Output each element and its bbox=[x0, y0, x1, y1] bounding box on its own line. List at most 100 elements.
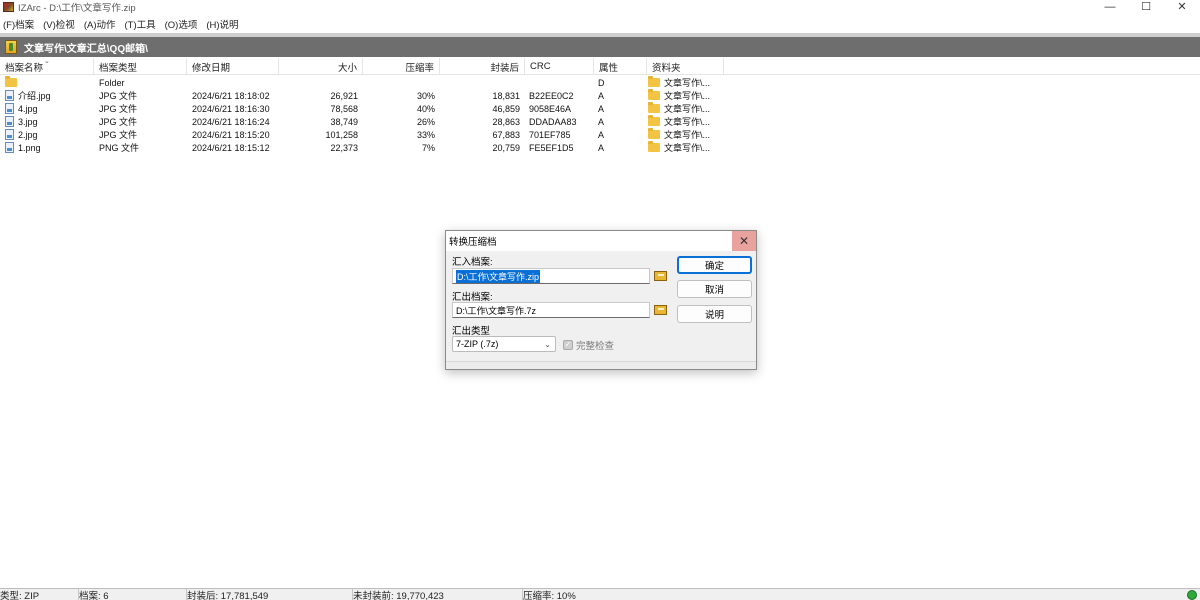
cell-packed: 20,759 bbox=[492, 142, 520, 153]
cell-crc: B22EE0C2 bbox=[529, 90, 574, 101]
table-row[interactable]: Folder D 文章写作\... bbox=[0, 76, 1200, 89]
archive-folder-icon[interactable] bbox=[5, 40, 17, 54]
column-modified[interactable]: 修改日期 bbox=[187, 58, 279, 75]
dialog-close-icon[interactable]: ✕ bbox=[732, 231, 756, 251]
column-crc-label: CRC bbox=[530, 61, 551, 72]
column-type-label: 档案类型 bbox=[99, 62, 138, 74]
menu-options[interactable]: (O)选项 bbox=[165, 17, 198, 31]
output-file-field[interactable]: D:\工作\文章写作.7z bbox=[452, 302, 650, 318]
help-button[interactable]: 说明 bbox=[677, 305, 752, 323]
cell-crc: DDADAA83 bbox=[529, 116, 577, 127]
integrity-check-checkbox[interactable]: ✓ bbox=[563, 340, 573, 350]
column-ratio[interactable]: 压缩率 bbox=[363, 58, 440, 75]
cell-folder: 文章写作\... bbox=[648, 89, 724, 102]
cell-crc bbox=[529, 76, 593, 89]
column-size-label: 大小 bbox=[337, 62, 357, 74]
cell-type: JPG 文件 bbox=[99, 91, 138, 101]
menu-actions[interactable]: (A)动作 bbox=[84, 17, 116, 31]
file-list: Folder D 文章写作\... 介绍.jpg JPG 文件 2024/6/2… bbox=[0, 76, 1200, 154]
file-name: 4.jpg bbox=[18, 103, 38, 114]
cell-attr: A bbox=[598, 129, 605, 140]
table-row[interactable]: 2.jpg JPG 文件 2024/6/21 18:15:20 101,258 … bbox=[0, 128, 1200, 141]
column-folder-label: 资料夹 bbox=[652, 62, 681, 74]
column-packed[interactable]: 封装后 bbox=[440, 58, 525, 75]
browse-input-button[interactable] bbox=[651, 268, 669, 284]
image-file-icon bbox=[5, 142, 14, 153]
folder-icon bbox=[5, 76, 17, 87]
folder-icon bbox=[648, 141, 660, 152]
dialog-title-bar[interactable]: 转换压缩档 bbox=[446, 231, 756, 251]
file-name: 3.jpg bbox=[18, 116, 38, 127]
folder-path: 文章写作\... bbox=[664, 117, 711, 127]
output-type-select[interactable]: 7-ZIP (.7z) ⌄ bbox=[452, 336, 556, 352]
cell-name: 4.jpg bbox=[5, 102, 93, 115]
maximize-icon[interactable]: ☐ bbox=[1128, 0, 1164, 14]
cell-crc: FE5EF1D5 bbox=[529, 142, 574, 153]
cell-folder: 文章写作\... bbox=[648, 76, 724, 89]
menu-help[interactable]: (H)说明 bbox=[206, 17, 238, 31]
cancel-button[interactable]: 取消 bbox=[677, 280, 752, 298]
file-name: 介绍.jpg bbox=[18, 91, 51, 101]
cell-folder: 文章写作\... bbox=[648, 102, 724, 115]
table-row[interactable]: 介绍.jpg JPG 文件 2024/6/21 18:18:02 26,921 … bbox=[0, 89, 1200, 102]
cell-attr: A bbox=[598, 90, 605, 101]
image-file-icon bbox=[5, 116, 14, 127]
cell-attr: A bbox=[598, 103, 605, 114]
cell-ratio: 40% bbox=[416, 103, 435, 114]
folder-icon bbox=[648, 76, 660, 87]
table-row[interactable]: 1.png PNG 文件 2024/6/21 18:15:12 22,373 7… bbox=[0, 141, 1200, 154]
menu-tools[interactable]: (T)工具 bbox=[124, 17, 155, 31]
browse-output-button[interactable] bbox=[651, 302, 669, 318]
column-name[interactable]: 档案名称 ⌄ bbox=[0, 58, 94, 75]
chevron-down-icon: ⌄ bbox=[544, 340, 551, 349]
cell-modified: 2024/6/21 18:16:30 bbox=[192, 103, 270, 114]
cell-type: JPG 文件 bbox=[99, 117, 138, 127]
input-file-value: D:\工作\文章写作.zip bbox=[456, 269, 541, 283]
status-ratio: 压缩率: 10% bbox=[522, 589, 722, 600]
cell-modified: 2024/6/21 18:18:02 bbox=[192, 90, 270, 101]
folder-path: 文章写作\... bbox=[664, 130, 711, 140]
cell-ratio bbox=[363, 76, 435, 89]
minimize-icon[interactable]: — bbox=[1092, 0, 1128, 14]
folder-icon bbox=[648, 89, 660, 100]
column-attr[interactable]: 属性 bbox=[594, 58, 647, 75]
file-name: 1.png bbox=[18, 142, 41, 153]
table-row[interactable]: 3.jpg JPG 文件 2024/6/21 18:16:24 38,749 2… bbox=[0, 115, 1200, 128]
column-crc[interactable]: CRC bbox=[525, 58, 594, 75]
output-type-label: 汇出类型 bbox=[452, 326, 491, 337]
menu-file[interactable]: (F)档案 bbox=[3, 17, 34, 31]
cell-folder: 文章写作\... bbox=[648, 115, 724, 128]
menu-view[interactable]: (V)检视 bbox=[43, 17, 75, 31]
cell-type: PNG 文件 bbox=[99, 143, 140, 153]
dialog-title: 转换压缩档 bbox=[449, 237, 497, 248]
close-icon[interactable]: ✕ bbox=[1164, 0, 1200, 14]
cell-ratio: 30% bbox=[416, 90, 435, 101]
image-file-icon bbox=[5, 90, 14, 101]
column-type[interactable]: 档案类型 bbox=[94, 58, 187, 75]
table-row[interactable]: 4.jpg JPG 文件 2024/6/21 18:16:30 78,568 4… bbox=[0, 102, 1200, 115]
input-file-field[interactable]: D:\工作\文章写作.zip bbox=[452, 268, 650, 284]
status-type: 类型: ZIP bbox=[0, 591, 40, 600]
output-file-label: 汇出档案: bbox=[452, 292, 493, 303]
file-name: 2.jpg bbox=[18, 129, 38, 140]
cell-packed bbox=[440, 76, 520, 89]
cell-packed: 67,883 bbox=[492, 129, 520, 140]
column-size[interactable]: 大小 bbox=[279, 58, 363, 75]
cell-size: 101,258 bbox=[325, 129, 358, 140]
folder-path: 文章写作\... bbox=[664, 78, 711, 88]
column-header: 档案名称 ⌄ 档案类型 修改日期 大小 压缩率 封装后 CRC 属性 资料夹 bbox=[0, 58, 1200, 75]
column-attr-label: 属性 bbox=[599, 62, 619, 74]
image-file-icon bbox=[5, 129, 14, 140]
ok-button[interactable]: 确定 bbox=[677, 256, 752, 274]
cell-size bbox=[279, 76, 358, 89]
open-folder-icon bbox=[653, 305, 667, 315]
cell-modified: 2024/6/21 18:15:20 bbox=[192, 129, 270, 140]
cell-attr: D bbox=[598, 77, 605, 88]
convert-archive-dialog: 转换压缩档 ✕ 汇入档案: D:\工作\文章写作.zip 汇出档案: D:\工作… bbox=[445, 230, 757, 370]
column-modified-label: 修改日期 bbox=[192, 62, 231, 74]
path-bar: 文章写作\文章汇总\QQ邮箱\ bbox=[0, 37, 1200, 57]
cell-name bbox=[5, 76, 93, 89]
cell-ratio: 7% bbox=[421, 142, 435, 153]
folder-path: 文章写作\... bbox=[664, 91, 711, 101]
column-folder[interactable]: 资料夹 bbox=[647, 58, 724, 75]
